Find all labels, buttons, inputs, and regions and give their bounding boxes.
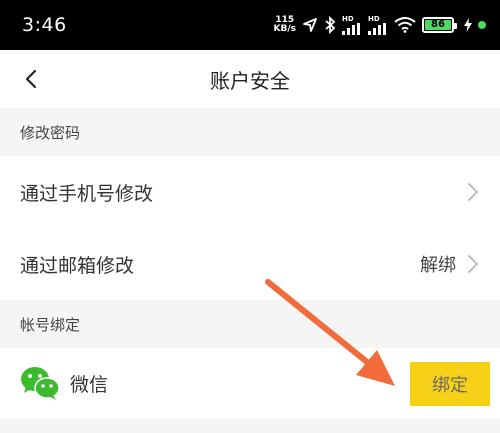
row-change-by-phone-label: 通过手机号修改 <box>20 182 154 205</box>
nav-bar: 账户安全 <box>0 50 500 108</box>
privacy-dot-icon <box>478 21 486 29</box>
row-change-by-email[interactable]: 通过邮箱修改 解绑 <box>0 228 500 300</box>
status-icons: 115 KB/s HD HD 86 <box>274 14 486 35</box>
signal-bars-icon <box>342 22 360 35</box>
email-unbind-text[interactable]: 解绑 <box>420 251 456 277</box>
signal-2-hd: HD <box>368 14 380 23</box>
row-change-by-phone-right <box>466 181 480 203</box>
network-speed-unit: KB/s <box>273 24 296 34</box>
back-button[interactable] <box>18 66 44 92</box>
chevron-left-icon <box>25 69 37 89</box>
status-bar: 3:46 115 KB/s HD HD 86 <box>0 0 500 50</box>
wechat-bind-button[interactable]: 绑定 <box>410 362 490 406</box>
wechat-icon <box>21 367 60 400</box>
row-change-by-phone[interactable]: 通过手机号修改 <box>0 156 500 228</box>
status-time: 3:46 <box>22 14 67 36</box>
section-header-password: 修改密码 <box>0 108 500 156</box>
row-change-by-email-right: 解绑 <box>420 251 480 277</box>
signal-bars-icon <box>368 22 386 35</box>
signal-2: HD <box>368 14 388 35</box>
chevron-right-icon <box>468 255 478 273</box>
charging-icon <box>464 18 472 32</box>
signal-1: HD <box>342 14 362 35</box>
signal-1-hd: HD <box>342 14 354 23</box>
row-change-by-email-label: 通过邮箱修改 <box>20 254 135 277</box>
row-wechat-label: 微信 <box>70 373 109 396</box>
wifi-icon <box>394 17 416 33</box>
battery-indicator: 86 <box>422 17 457 33</box>
chevron-right-icon <box>468 183 478 201</box>
network-speed: 115 KB/s <box>274 16 296 34</box>
battery-level: 86 <box>425 20 451 30</box>
page-title: 账户安全 <box>210 68 290 93</box>
bluetooth-icon <box>325 16 336 34</box>
section-header-binding: 帐号绑定 <box>0 300 500 348</box>
location-icon <box>303 18 317 32</box>
